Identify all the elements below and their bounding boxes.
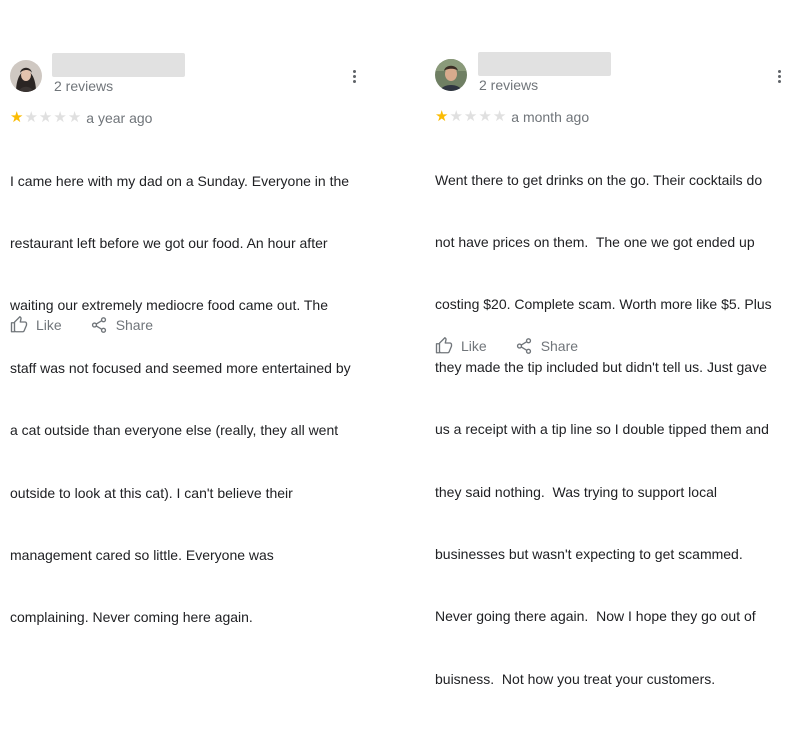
review-text-line: Went there to get drinks on the go. Thei… [435, 171, 763, 188]
review-text-line: not have prices on them. The one we got … [435, 233, 755, 250]
review-text-line: management cared so little. Everyone was [10, 546, 274, 563]
rating-row: ★ ★ ★ ★ ★ a year ago [10, 110, 153, 127]
share-icon [91, 317, 106, 333]
star-empty-icon: ★ [38, 109, 53, 126]
thumb-up-icon [435, 337, 453, 354]
review-text-line: Never going there again. Now I hope they… [435, 608, 756, 625]
review-text-line: outside to look at this cat). I can't be… [10, 484, 293, 501]
review-text-line: complaining. Never coming here again. [10, 609, 253, 626]
reviewer-avatar[interactable] [10, 60, 42, 92]
review-text-line: they made the tip included but didn't te… [435, 358, 767, 375]
share-icon [516, 338, 531, 354]
star-empty-icon: ★ [478, 108, 492, 125]
like-label: Like [461, 338, 487, 354]
review-text-line: waiting our extremely mediocre food came… [10, 297, 329, 314]
review-text-line: restaurant left before we got our food. … [10, 234, 328, 251]
like-button[interactable]: Like [10, 316, 62, 334]
star-empty-icon: ★ [449, 108, 463, 125]
review-date: a month ago [511, 109, 590, 125]
star-filled-icon: ★ [435, 108, 449, 125]
reviewer-name-redacted [478, 52, 611, 76]
more-options-icon[interactable] [776, 70, 782, 86]
share-button[interactable]: Share [90, 316, 153, 334]
reviewer-avatar[interactable] [435, 59, 467, 91]
review-text-line: buisness. Not how you treat your custome… [435, 670, 716, 687]
review-count[interactable]: 2 reviews [54, 78, 113, 94]
review-text-line: a cat outside than everyone else (really… [10, 422, 339, 439]
star-empty-icon: ★ [67, 109, 82, 126]
review-text-line: businesses but wasn't expecting to get s… [435, 545, 743, 562]
review-text-line: us a receipt with a tip line so I double… [435, 421, 769, 438]
review-text-line: I came here with my dad on a Sunday. Eve… [10, 172, 350, 189]
thumb-up-icon [10, 316, 28, 333]
review-text-line: staff was not focused and seemed more en… [10, 359, 351, 376]
review-count[interactable]: 2 reviews [479, 77, 538, 93]
star-rating: ★ ★ ★ ★ ★ [10, 110, 81, 126]
review-text: I came here with my dad on a Sunday. Eve… [10, 129, 351, 670]
review-date: a year ago [86, 110, 153, 126]
like-label: Like [36, 317, 62, 333]
star-empty-icon: ★ [463, 108, 478, 125]
star-rating: ★ ★ ★ ★ ★ [435, 109, 506, 125]
reviewer-name-redacted [52, 53, 185, 77]
review-text: Went there to get drinks on the go. Thei… [435, 128, 772, 731]
star-empty-icon: ★ [24, 109, 38, 126]
star-filled-icon: ★ [10, 109, 24, 126]
review-text-line: costing $20. Complete scam. Worth more l… [435, 296, 772, 313]
review-actions: Like Share [435, 337, 578, 355]
star-empty-icon: ★ [53, 109, 67, 126]
more-options-icon[interactable] [351, 70, 357, 86]
review-text-line: they said nothing. Was trying to support… [435, 483, 717, 500]
review-actions: Like Share [10, 316, 153, 334]
rating-row: ★ ★ ★ ★ ★ a month ago [435, 109, 590, 126]
share-label: Share [540, 338, 579, 354]
star-empty-icon: ★ [492, 108, 507, 125]
like-button[interactable]: Like [435, 337, 487, 355]
share-button[interactable]: Share [515, 337, 578, 355]
share-label: Share [115, 317, 154, 333]
